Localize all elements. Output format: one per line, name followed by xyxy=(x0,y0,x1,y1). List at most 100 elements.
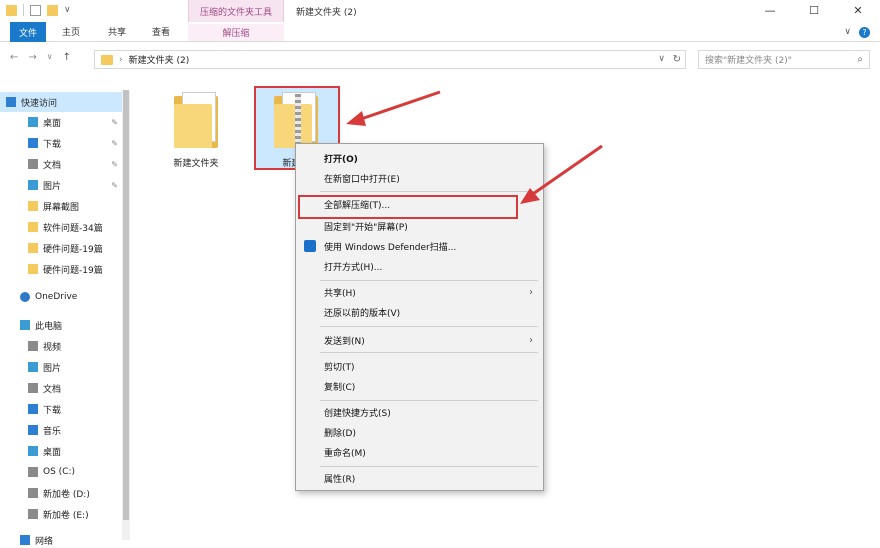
document-icon xyxy=(28,159,38,169)
tab-file[interactable]: 文件 xyxy=(10,22,46,42)
nav-this-pc[interactable]: 此电脑 xyxy=(0,315,122,335)
nav-item-desktop[interactable]: 桌面 ✎ xyxy=(0,112,122,132)
nav-label: 图片 xyxy=(43,363,62,374)
pin-icon: ✎ xyxy=(111,159,118,169)
nav-scrollbar[interactable] xyxy=(122,90,130,540)
picture-icon xyxy=(28,180,38,190)
nav-label: 桌面 xyxy=(43,118,62,129)
nav-item-pictures[interactable]: 图片 ✎ xyxy=(0,175,122,195)
drive-icon xyxy=(28,509,38,519)
nav-label: 快速访问 xyxy=(21,98,58,109)
nav-network[interactable]: 网络 xyxy=(0,530,122,548)
folder-icon xyxy=(28,222,38,232)
menu-item-restore-versions[interactable]: 还原以前的版本(V) xyxy=(296,302,543,322)
pin-icon: ✎ xyxy=(111,117,118,127)
minimize-button[interactable]: — xyxy=(748,0,792,20)
breadcrumb-current-folder[interactable]: 新建文件夹 (2) xyxy=(129,53,190,66)
address-dropdown-icon[interactable]: ∨ xyxy=(658,54,665,64)
ribbon-tabs: 文件 主页 共享 查看 解压缩 ∨ ? xyxy=(0,22,880,42)
nav-pc-desktop[interactable]: 桌面 xyxy=(0,441,122,461)
breadcrumb-chevron-icon[interactable]: › xyxy=(119,55,123,65)
nav-scrollbar-thumb[interactable] xyxy=(123,90,129,520)
back-arrow-icon[interactable]: ← xyxy=(10,52,18,63)
video-icon xyxy=(28,341,38,351)
network-icon xyxy=(20,535,30,545)
file-label: 新建文件夹 xyxy=(173,159,219,169)
menu-item-defender-scan[interactable]: 使用 Windows Defender扫描... xyxy=(296,236,543,256)
computer-icon xyxy=(20,320,30,330)
ribbon-right-controls: ∨ ? xyxy=(844,27,870,38)
folder-icon[interactable] xyxy=(6,4,17,16)
menu-item-label: 使用 Windows Defender扫描... xyxy=(324,242,457,253)
tab-view[interactable]: 查看 xyxy=(152,25,170,38)
nav-label: 下载 xyxy=(43,139,62,150)
nav-onedrive[interactable]: OneDrive xyxy=(0,287,122,307)
menu-item-open-new-window[interactable]: 在新窗口中打开(E) xyxy=(296,168,543,188)
nav-label: OS (C:) xyxy=(43,467,75,477)
menu-item-pin-to-start[interactable]: 固定到"开始"屏幕(P) xyxy=(296,216,543,236)
chevron-right-icon: › xyxy=(529,334,533,346)
folder-icon xyxy=(101,54,113,65)
nav-pc-drive-d[interactable]: 新加卷 (D:) xyxy=(0,483,122,503)
menu-item-rename[interactable]: 重命名(M) xyxy=(296,442,543,462)
recent-locations-icon[interactable]: ∨ xyxy=(47,52,53,63)
tab-extract[interactable]: 解压缩 xyxy=(188,24,284,41)
nav-pc-music[interactable]: 音乐 xyxy=(0,420,122,440)
tab-share[interactable]: 共享 xyxy=(108,25,126,38)
nav-item-documents[interactable]: 文档 ✎ xyxy=(0,154,122,174)
nav-label: 新加卷 (D:) xyxy=(43,489,90,500)
nav-item-screenshots[interactable]: 屏幕截图 xyxy=(0,196,122,216)
chevron-right-icon: › xyxy=(529,286,533,298)
nav-item-hardware-issues-1[interactable]: 硬件问题-19篇 xyxy=(0,238,122,258)
nav-pc-drive-e[interactable]: 新加卷 (E:) xyxy=(0,504,122,524)
menu-item-label: 共享(H) xyxy=(324,288,356,299)
quick-access-toolbar: ∨ xyxy=(6,4,71,16)
properties-icon[interactable] xyxy=(30,4,41,16)
up-arrow-icon[interactable]: ↑ xyxy=(63,52,71,63)
drive-icon xyxy=(28,488,38,498)
menu-item-properties[interactable]: 属性(R) xyxy=(296,468,543,488)
nav-pc-documents[interactable]: 文档 xyxy=(0,378,122,398)
help-icon[interactable]: ? xyxy=(859,27,870,38)
nav-pc-drive-c[interactable]: OS (C:) xyxy=(0,462,122,482)
nav-pc-downloads[interactable]: 下载 xyxy=(0,399,122,419)
search-icon[interactable]: ⌕ xyxy=(857,54,863,65)
nav-label: 新加卷 (E:) xyxy=(43,510,89,521)
nav-pc-pictures[interactable]: 图片 xyxy=(0,357,122,377)
refresh-icon[interactable]: ↻ xyxy=(673,54,681,65)
menu-separator xyxy=(320,466,538,467)
nav-item-downloads[interactable]: 下载 ✎ xyxy=(0,133,122,153)
folder-item[interactable]: 新建文件夹 xyxy=(160,92,232,169)
customize-toolbar-dropdown[interactable]: ∨ xyxy=(64,5,71,15)
menu-item-open[interactable]: 打开(O) xyxy=(296,148,543,168)
nav-label: 硬件问题-19篇 xyxy=(43,244,103,255)
menu-separator xyxy=(320,352,538,353)
navigation-buttons: ← → ∨ ↑ xyxy=(10,52,71,63)
desktop-icon xyxy=(28,446,38,456)
nav-pc-videos[interactable]: 视频 xyxy=(0,336,122,356)
nav-quick-access[interactable]: 快速访问 xyxy=(0,92,122,112)
folder-icon xyxy=(174,92,218,148)
forward-arrow-icon[interactable]: → xyxy=(28,52,36,63)
tab-home[interactable]: 主页 xyxy=(62,25,80,38)
menu-item-copy[interactable]: 复制(C) xyxy=(296,376,543,396)
nav-item-software-issues[interactable]: 软件问题-34篇 xyxy=(0,217,122,237)
address-bar[interactable]: › 新建文件夹 (2) ∨ ↻ xyxy=(94,50,686,69)
menu-item-share[interactable]: 共享(H) › xyxy=(296,282,543,302)
address-row: ← → ∨ ↑ › 新建文件夹 (2) ∨ ↻ 搜索"新建文件夹 (2)" ⌕ xyxy=(0,46,880,72)
maximize-button[interactable]: ☐ xyxy=(792,0,836,20)
menu-item-create-shortcut[interactable]: 创建快捷方式(S) xyxy=(296,402,543,422)
menu-item-open-with[interactable]: 打开方式(H)... xyxy=(296,256,543,276)
nav-label: 软件问题-34篇 xyxy=(43,223,103,234)
close-button[interactable]: ✕ xyxy=(836,0,880,20)
menu-item-send-to[interactable]: 发送到(N) › xyxy=(296,330,543,350)
cloud-icon xyxy=(20,292,30,302)
menu-item-delete[interactable]: 删除(D) xyxy=(296,422,543,442)
navigation-pane: 快速访问 桌面 ✎ 下载 ✎ 文档 ✎ 图片 ✎ 屏幕截图 软件问题-34篇 硬… xyxy=(0,86,134,548)
new-folder-icon[interactable] xyxy=(47,4,58,16)
nav-item-hardware-issues-2[interactable]: 硬件问题-19篇 xyxy=(0,259,122,279)
menu-item-cut[interactable]: 剪切(T) xyxy=(296,356,543,376)
expand-ribbon-icon[interactable]: ∨ xyxy=(844,27,851,38)
drive-icon xyxy=(28,467,38,477)
search-box[interactable]: 搜索"新建文件夹 (2)" ⌕ xyxy=(698,50,870,69)
